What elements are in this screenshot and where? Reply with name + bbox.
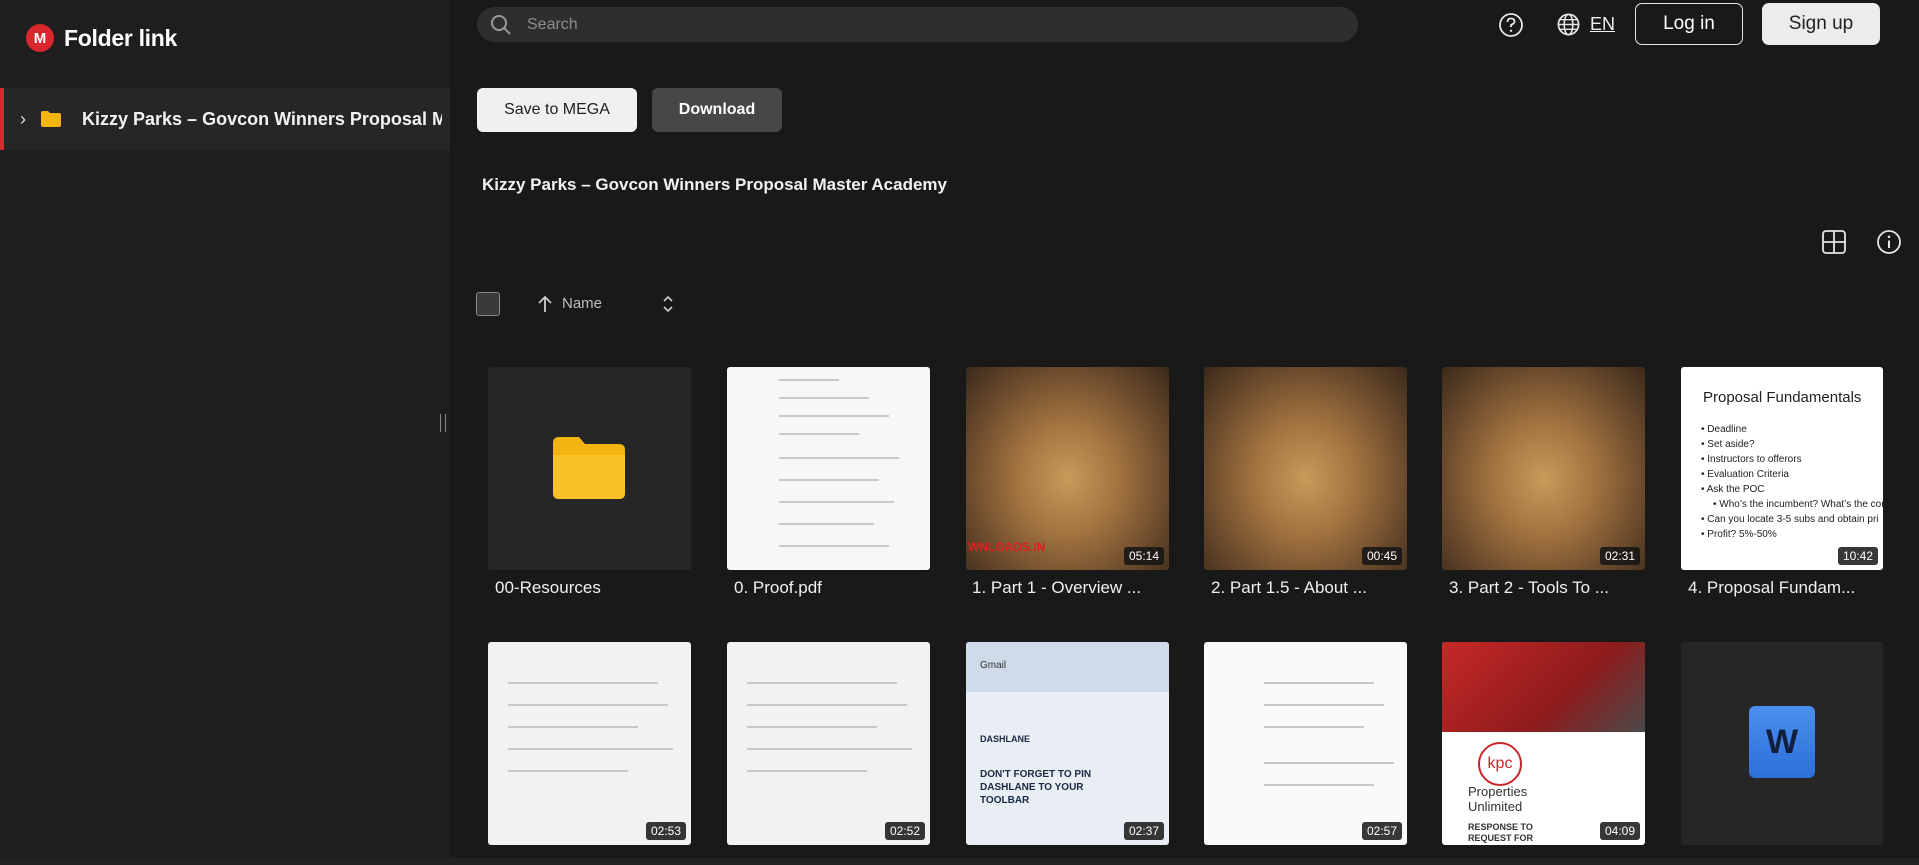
word-document-icon: W xyxy=(1749,706,1815,778)
search-input[interactable] xyxy=(525,14,1309,35)
mega-logo[interactable]: M Folder link xyxy=(26,24,177,52)
kpc-logo: kpc xyxy=(1478,742,1522,786)
status-bar xyxy=(0,858,1919,865)
pdf-preview xyxy=(727,367,930,570)
item-thumbnail[interactable]: 02:57 xyxy=(1204,642,1407,845)
item-thumbnail[interactable]: kpc Properties Unlimited RESPONSE TO REQ… xyxy=(1442,642,1645,845)
search-icon xyxy=(491,14,511,35)
sort-by-name[interactable]: Name xyxy=(562,295,602,312)
select-all-checkbox[interactable] xyxy=(476,292,500,316)
sort-toggle-icon[interactable] xyxy=(660,293,676,315)
item-name[interactable]: 3. Part 2 - Tools To ... xyxy=(1449,578,1609,598)
video-watermark: WNLOADS.IN xyxy=(968,540,1046,554)
sidebar-folder-item[interactable]: › Kizzy Parks – Govcon Winners Proposal … xyxy=(0,88,450,150)
sidebar: M Folder link › Kizzy Parks – Govcon Win… xyxy=(0,0,450,865)
folder-icon xyxy=(553,437,625,499)
panel-resize-handle[interactable] xyxy=(440,414,446,432)
video-duration: 02:53 xyxy=(645,822,686,840)
info-icon[interactable] xyxy=(1876,229,1902,255)
item-thumbnail[interactable]: 02:31 xyxy=(1442,367,1645,570)
slide-bullets: • Deadline • Set aside? • Instructors to… xyxy=(1701,424,1883,540)
grid-view-icon[interactable] xyxy=(1821,229,1847,255)
slide-title: Proposal Fundamentals xyxy=(1703,389,1862,406)
item-thumbnail[interactable]: 00:45 xyxy=(1204,367,1407,570)
brand-name: Folder link xyxy=(64,24,177,51)
item-thumbnail[interactable] xyxy=(488,367,691,570)
video-preview xyxy=(1442,367,1645,570)
folder-icon xyxy=(41,111,61,127)
item-thumbnail[interactable]: W xyxy=(1681,642,1883,845)
mega-logo-icon: M xyxy=(26,24,54,52)
save-to-mega-button[interactable]: Save to MEGA xyxy=(477,88,637,132)
item-name[interactable]: 4. Proposal Fundam... xyxy=(1688,578,1855,598)
video-duration: 02:31 xyxy=(1599,547,1640,565)
video-duration: 02:52 xyxy=(884,822,925,840)
video-duration: 05:14 xyxy=(1123,547,1164,565)
item-name[interactable]: 2. Part 1.5 - About ... xyxy=(1211,578,1367,598)
item-thumbnail[interactable]: Gmail DASHLANE DON'T FORGET TO PIN DASHL… xyxy=(966,642,1169,845)
video-duration: 02:37 xyxy=(1123,822,1164,840)
item-thumbnail[interactable]: 02:52 xyxy=(727,642,930,845)
globe-icon[interactable] xyxy=(1556,12,1581,37)
item-thumbnail[interactable]: Proposal Fundamentals • Deadline • Set a… xyxy=(1681,367,1883,570)
item-thumbnail[interactable]: 02:53 xyxy=(488,642,691,845)
video-duration: 04:09 xyxy=(1599,822,1640,840)
search-bar[interactable] xyxy=(477,7,1358,42)
arrow-up-icon[interactable] xyxy=(536,294,554,314)
sidebar-folder-label: Kizzy Parks – Govcon Winners Proposal Ma… xyxy=(82,108,442,129)
item-name[interactable]: 00-Resources xyxy=(495,578,601,598)
item-thumbnail[interactable] xyxy=(727,367,930,570)
item-thumbnail[interactable]: WNLOADS.IN 05:14 xyxy=(966,367,1169,570)
help-icon[interactable] xyxy=(1498,12,1524,38)
item-name[interactable]: 1. Part 1 - Overview ... xyxy=(972,578,1141,598)
download-button[interactable]: Download xyxy=(652,88,782,132)
video-duration: 02:57 xyxy=(1361,822,1402,840)
video-duration: 00:45 xyxy=(1361,547,1402,565)
signup-button[interactable]: Sign up xyxy=(1762,3,1880,45)
chevron-right-icon[interactable]: › xyxy=(12,109,34,130)
login-button[interactable]: Log in xyxy=(1635,3,1743,45)
video-preview xyxy=(1204,367,1407,570)
video-duration: 10:42 xyxy=(1837,547,1878,565)
folder-title: Kizzy Parks – Govcon Winners Proposal Ma… xyxy=(482,175,947,194)
item-name[interactable]: 0. Proof.pdf xyxy=(734,578,822,598)
language-selector[interactable]: EN xyxy=(1590,14,1615,35)
